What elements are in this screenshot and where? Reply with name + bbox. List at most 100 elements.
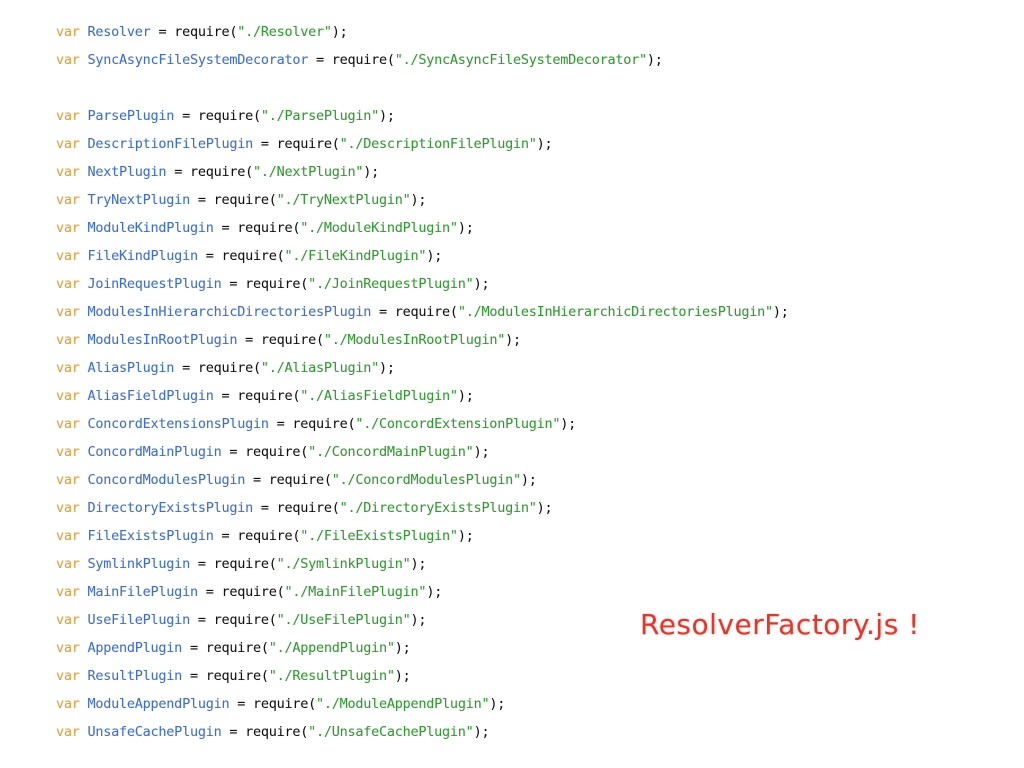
variable-name: TryNextPlugin	[87, 192, 191, 208]
require-call: require(	[237, 220, 301, 236]
variable-name: DescriptionFilePlugin	[87, 136, 254, 152]
require-call: require(	[276, 136, 340, 152]
keyword-var: var	[56, 24, 80, 40]
require-call: require(	[237, 528, 301, 544]
module-path: "./ModuleAppendPlugin"	[316, 696, 490, 712]
statement-end: );	[536, 136, 553, 152]
code-line: var ConcordMainPlugin = require("./Conco…	[56, 438, 789, 466]
keyword-var: var	[56, 52, 80, 68]
code-line: var ResultPlugin = require("./ResultPlug…	[56, 662, 789, 690]
statement-end: );	[772, 304, 789, 320]
statement-end: );	[489, 696, 506, 712]
module-path: "./TryNextPlugin"	[276, 192, 411, 208]
code-line: var FileExistsPlugin = require("./FileEx…	[56, 522, 789, 550]
assign-operator: =	[371, 304, 395, 320]
variable-name: ModuleAppendPlugin	[87, 696, 230, 712]
assign-operator: =	[197, 248, 222, 264]
variable-name: UseFilePlugin	[87, 612, 191, 628]
statement-end: );	[410, 556, 427, 572]
statement-end: );	[520, 472, 537, 488]
code-line: var AliasPlugin = require("./AliasPlugin…	[56, 354, 789, 382]
require-call: require(	[268, 472, 332, 488]
keyword-var: var	[56, 248, 80, 264]
module-path: "./ConcordExtensionPlugin"	[355, 416, 561, 432]
statement-end: );	[331, 24, 348, 40]
require-call: require(	[260, 332, 324, 348]
require-call: require(	[197, 360, 261, 376]
require-call: require(	[292, 416, 356, 432]
module-path: "./ModulesInHierarchicDirectoriesPlugin"	[457, 304, 773, 320]
code-line: var TryNextPlugin = require("./TryNextPl…	[56, 186, 789, 214]
assign-operator: =	[252, 500, 277, 516]
keyword-var: var	[56, 612, 80, 628]
statement-end: );	[457, 220, 474, 236]
keyword-var: var	[56, 108, 80, 124]
require-call: require(	[221, 248, 285, 264]
module-path: "./UnsafeCachePlugin"	[308, 724, 474, 740]
module-path: "./ResultPlugin"	[268, 668, 395, 684]
require-call: require(	[205, 640, 269, 656]
keyword-var: var	[56, 500, 80, 516]
require-call: require(	[213, 612, 277, 628]
assign-operator: =	[166, 164, 190, 180]
assign-operator: =	[308, 52, 332, 68]
module-path: "./JoinRequestPlugin"	[308, 276, 474, 292]
assign-operator: =	[245, 472, 269, 488]
keyword-var: var	[56, 332, 80, 348]
variable-name: FileExistsPlugin	[87, 528, 214, 544]
keyword-var: var	[56, 528, 80, 544]
require-call: require(	[221, 584, 285, 600]
statement-end: );	[560, 416, 576, 432]
assign-operator: =	[189, 612, 214, 628]
keyword-var: var	[56, 220, 80, 236]
code-line: var ParsePlugin = require("./ParsePlugin…	[56, 102, 789, 130]
require-call: require(	[245, 444, 309, 460]
keyword-var: var	[56, 136, 80, 152]
statement-end: );	[473, 276, 490, 292]
require-call: require(	[252, 696, 317, 712]
require-call: require(	[331, 52, 395, 68]
require-call: require(	[237, 388, 301, 404]
code-line: var ModuleKindPlugin = require("./Module…	[56, 214, 789, 242]
variable-name: UnsafeCachePlugin	[87, 724, 222, 740]
statement-end: );	[505, 332, 521, 348]
code-line: var JoinRequestPlugin = require("./JoinR…	[56, 270, 789, 298]
code-line: var ConcordExtensionsPlugin = require(".…	[56, 410, 789, 438]
module-path: "./FileExistsPlugin"	[300, 528, 458, 544]
keyword-var: var	[56, 360, 80, 376]
assign-operator: =	[182, 668, 206, 684]
variable-name: ModulesInHierarchicDirectoriesPlugin	[87, 304, 372, 320]
variable-name: ConcordModulesPlugin	[87, 472, 246, 488]
variable-name: JoinRequestPlugin	[87, 276, 222, 292]
slide: var Resolver = require("./Resolver"); var…	[0, 0, 1024, 768]
keyword-var: var	[56, 304, 80, 320]
keyword-var: var	[56, 388, 80, 404]
variable-name: Resolver	[87, 24, 151, 40]
variable-name: AppendPlugin	[87, 640, 183, 656]
code-line: var Resolver = require("./Resolver");	[56, 18, 789, 46]
module-path: "./NextPlugin"	[252, 164, 364, 180]
keyword-var: var	[56, 276, 80, 292]
code-line: var ModulesInHierarchicDirectoriesPlugin…	[56, 298, 789, 326]
code-line: var ConcordModulesPlugin = require("./Co…	[56, 466, 789, 494]
variable-name: AliasFieldPlugin	[87, 388, 214, 404]
keyword-var: var	[56, 584, 80, 600]
module-path: "./UseFilePlugin"	[276, 612, 411, 628]
assign-operator: =	[221, 276, 246, 292]
variable-name: AliasPlugin	[87, 360, 175, 376]
require-call: require(	[174, 24, 238, 40]
keyword-var: var	[56, 416, 80, 432]
